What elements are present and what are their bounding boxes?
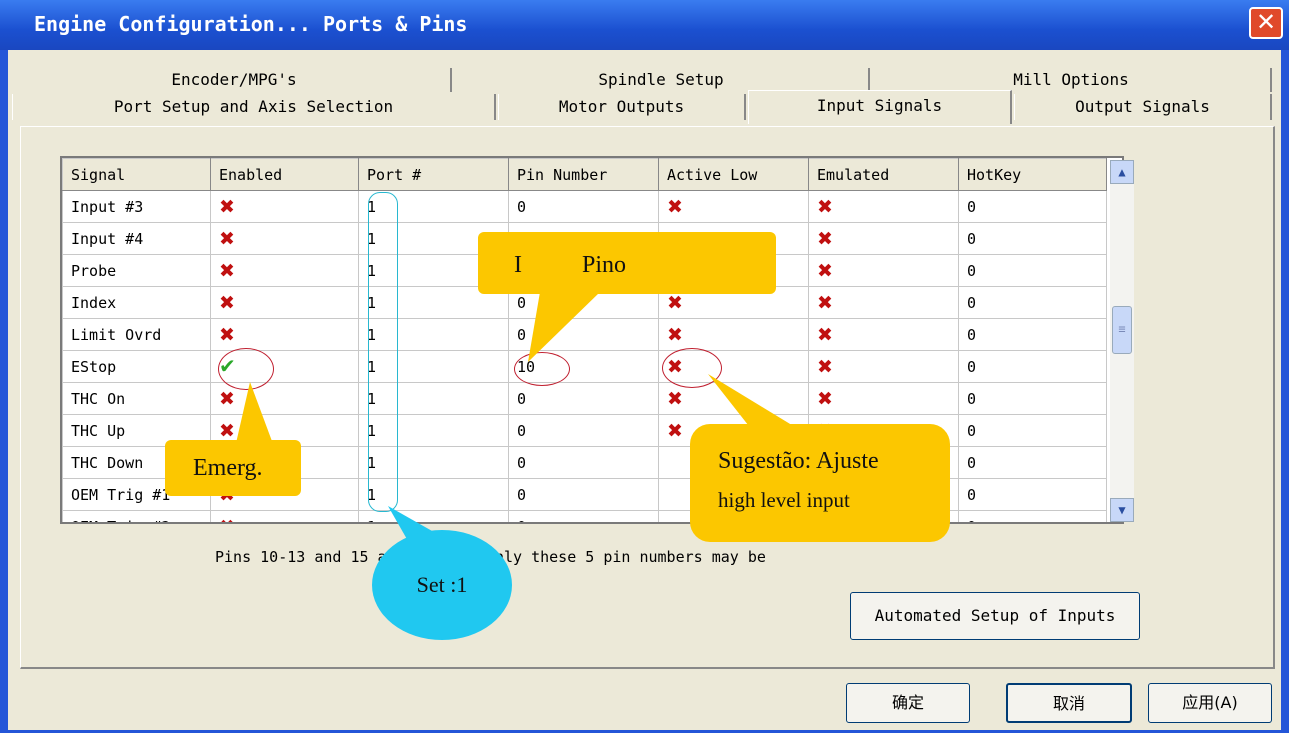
sugestao-callout: Sugestão: Ajuste high level input [690, 424, 950, 542]
sugestao-line2: high level input [718, 488, 850, 512]
sugestao-pointer [708, 374, 800, 430]
set-callout: Set :1 [372, 530, 512, 640]
callout-pointers [234, 292, 800, 548]
pino-pointer [528, 292, 600, 362]
pino-callout: I Pino [478, 232, 776, 294]
sugestao-line1: Sugestão: Ajuste [718, 448, 879, 474]
config-window: Engine Configuration... Ports & Pins ✕ E… [0, 0, 1289, 733]
pino-callout-right: Pino [582, 252, 627, 278]
emerg-callout: Emerg. [165, 440, 301, 496]
pino-callout-left: I [514, 252, 522, 278]
